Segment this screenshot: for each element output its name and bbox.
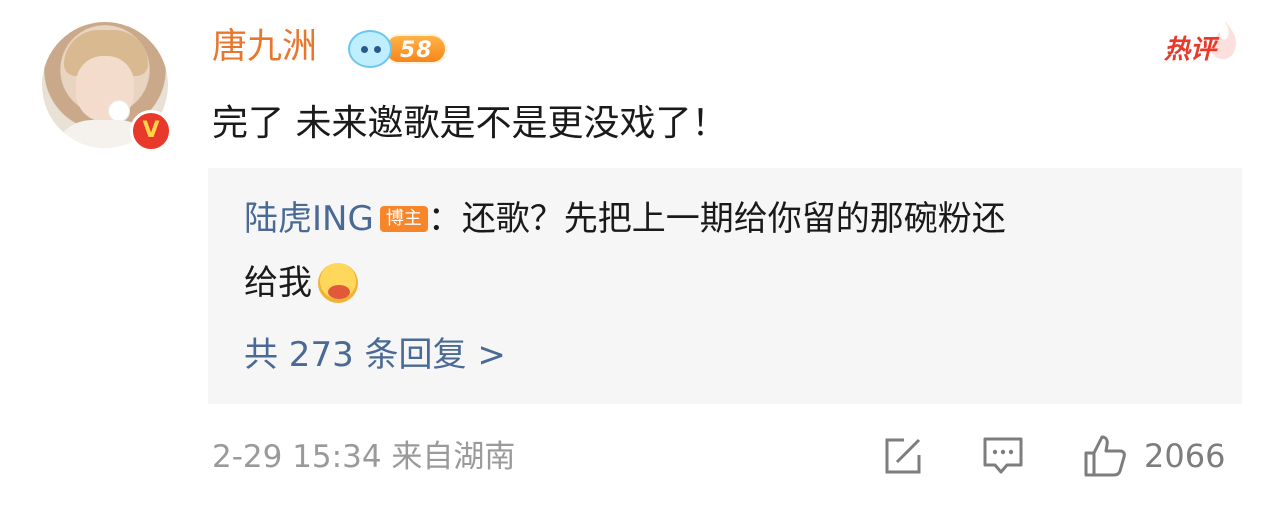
like-count: 2066 (1144, 437, 1226, 475)
blogger-tag: 博主 (379, 206, 428, 232)
timestamp: 2-29 15:34 (212, 439, 382, 475)
thumbs-up-icon[interactable] (1082, 433, 1128, 479)
verified-badge-letter: V (142, 118, 160, 143)
username[interactable]: 唐九洲 (212, 22, 317, 72)
action-bar: 2066 (880, 428, 1225, 484)
location: 来自湖南 (391, 439, 516, 475)
level-badge-face-icon (348, 30, 392, 68)
reply-line-2: 给我 (244, 256, 358, 310)
yummy-face-emoji-icon (318, 263, 358, 303)
avatar-bubblegum (108, 100, 130, 122)
verified-badge-icon: V (130, 110, 172, 152)
reply-text-line2: 给我 (244, 263, 312, 303)
share-icon[interactable] (880, 433, 926, 479)
reply-text-line1: 还歌？先把上一期给你留的那碗粉还 (461, 199, 1006, 239)
level-badge[interactable]: 58 (348, 30, 447, 68)
reply-line-1: 陆虎ING 博主 ： 还歌？先把上一期给你留的那碗粉还 (244, 192, 1006, 246)
level-badge-number: 58 (384, 34, 447, 64)
reply-box[interactable]: 陆虎ING 博主 ： 还歌？先把上一期给你留的那碗粉还 给我 共 273 条回复… (208, 168, 1242, 404)
view-replies-link[interactable]: 共 273 条回复 > (244, 328, 506, 382)
comment-meta: 2-29 15:34 来自湖南 (212, 432, 515, 482)
hot-comment-label: 热评 (1164, 35, 1217, 65)
reply-separator: ： (427, 199, 462, 239)
reply-author[interactable]: 陆虎ING (244, 192, 374, 246)
comment-text: 完了 未来邀歌是不是更没戏了！ (212, 103, 728, 144)
comment-icon[interactable] (980, 433, 1026, 479)
